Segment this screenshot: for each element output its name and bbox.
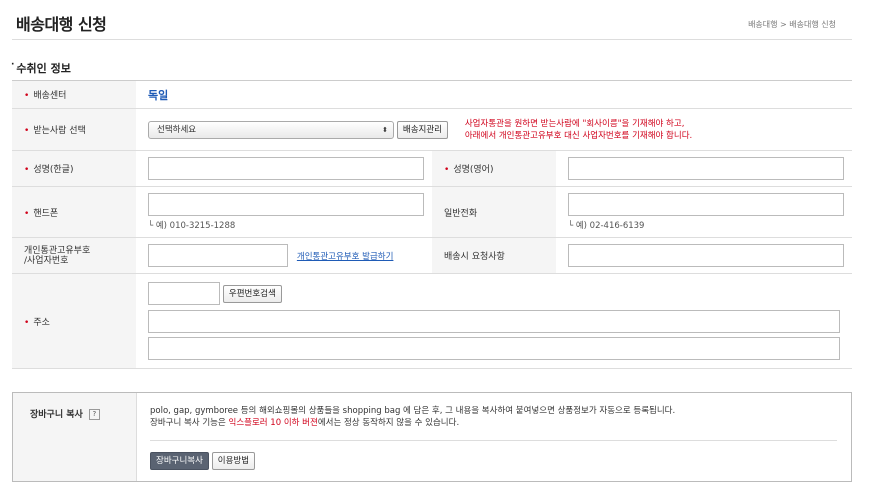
cart-copy-label: 장바구니 복사? xyxy=(30,407,100,420)
label-cell-name-kr: • 성명(한글) xyxy=(12,150,136,187)
mobile-input[interactable] xyxy=(148,193,424,216)
value-cell-name-en xyxy=(556,150,852,187)
cart-copy-label-text: 장바구니 복사 xyxy=(30,410,83,420)
cart-desc-line-2b: 에서는 정상 동작하지 않을 수 있습니다. xyxy=(317,418,460,428)
cart-divider xyxy=(150,440,837,441)
required-mark: • xyxy=(24,208,30,219)
page-title: 배송대행 신청 xyxy=(16,15,107,34)
receiver-select-value: 선택하세요 xyxy=(157,124,197,135)
section-title-recipient: · 수취인 정보 xyxy=(11,60,71,76)
phone-label: 일반전화 xyxy=(444,208,478,219)
value-cell-mobile: └ 예) 010-3215-1288 xyxy=(136,186,432,238)
required-mark: • xyxy=(24,91,30,101)
customs-issue-link[interactable]: 개인통관고유부호 발급하기 xyxy=(297,252,394,262)
help-icon[interactable]: ? xyxy=(88,409,100,420)
breadcrumb: 배송대행 > 배송대행 신청 xyxy=(748,20,836,29)
value-cell-request xyxy=(556,237,852,274)
label-cell-address: • 주소 xyxy=(12,273,136,369)
cart-copy-label-cell: 장바구니 복사? xyxy=(13,393,137,481)
title-divider xyxy=(12,39,852,40)
warning-line-1: 사업자통관을 원하면 받는사람에 "회사이름"을 기재해야 하고, xyxy=(464,118,685,129)
recipient-form-table: • 배송센터 독일 • 받는사람 선택 선택하세요 ⬍ 배송지관리 사업자통관을 원하… xyxy=(12,80,852,369)
label-cell-name-en: • 성명(영어) xyxy=(432,150,556,187)
delivery-request-input[interactable] xyxy=(568,244,844,267)
phone-input[interactable] xyxy=(568,193,844,216)
value-cell-center: 독일 xyxy=(136,80,852,109)
row-center: • 배송센터 독일 xyxy=(12,80,852,109)
row-phones: • 핸드폰 └ 예) 010-3215-1288 일반전화 └ 예) 02-416… xyxy=(12,186,852,238)
mobile-hint: └ 예) 010-3215-1288 xyxy=(148,221,236,231)
cart-copy-button[interactable]: 장바구니복사 xyxy=(150,452,209,470)
value-cell-name-kr xyxy=(136,150,432,187)
name-en-input[interactable] xyxy=(568,157,844,180)
label-cell-mobile: • 핸드폰 xyxy=(12,186,136,238)
address-line-1-input[interactable] xyxy=(148,310,840,333)
center-value: 독일 xyxy=(148,88,169,102)
address-book-manage-button[interactable]: 배송지관리 xyxy=(396,120,448,139)
center-label: 배송센터 xyxy=(33,91,67,101)
label-cell-request: 배송시 요청사항 xyxy=(432,237,556,274)
name-kr-label: 성명(한글) xyxy=(33,165,74,175)
row-receiver: • 받는사람 선택 선택하세요 ⬍ 배송지관리 사업자통관을 원하면 받는사람에 "… xyxy=(12,108,852,151)
bullet-dot: · xyxy=(11,60,15,70)
business-customs-warning: 사업자통관을 원하면 받는사람에 "회사이름"을 기재해야 하고, 아래에서 개… xyxy=(465,118,692,142)
row-customs: 개인통관고유부호 /사업자번호 개인통관고유부호 발급하기 배송시 요청사항 xyxy=(12,237,852,274)
required-mark: • xyxy=(24,317,30,328)
section-title-text: 수취인 정보 xyxy=(16,62,71,75)
required-mark: • xyxy=(24,165,30,175)
customs-label-line-2: /사업자번호 xyxy=(24,255,69,266)
row-names: • 성명(한글) • 성명(영어) xyxy=(12,150,852,187)
value-cell-customs: 개인통관고유부호 발급하기 xyxy=(136,237,432,274)
address-line-2-input[interactable] xyxy=(148,337,840,360)
row-address: • 주소 우편번호검색 xyxy=(12,273,852,369)
zipcode-search-button[interactable]: 우편번호검색 xyxy=(222,284,282,303)
warning-line-2: 아래에서 개인통관고유부호 대신 사업자번호를 기재해야 합니다. xyxy=(464,130,693,141)
label-cell-phone: 일반전화 xyxy=(432,186,556,238)
address-label: 주소 xyxy=(33,317,50,328)
required-mark: • xyxy=(444,165,450,175)
customs-label-line-1: 개인통관고유부호 xyxy=(24,245,91,256)
receiver-label: 받는사람 선택 xyxy=(33,126,86,136)
cart-copy-description: polo, gap, gymboree 등의 해외쇼핑몰의 상품들을 shopp… xyxy=(150,405,675,429)
required-mark: • xyxy=(24,126,30,136)
name-en-label: 성명(영어) xyxy=(453,165,494,175)
value-cell-phone: └ 예) 02-416-6139 xyxy=(556,186,852,238)
label-cell-center: • 배송센터 xyxy=(12,80,136,109)
cart-desc-line-2a: 장바구니 복사 기능은 xyxy=(150,418,229,428)
cart-button-group: 장바구니복사 이용방법 xyxy=(150,452,256,470)
cart-desc-line-2-highlight: 익스플로러 10 이하 버젼 xyxy=(228,418,318,428)
customs-number-input[interactable] xyxy=(148,244,288,267)
receiver-select[interactable]: 선택하세요 ⬍ xyxy=(148,120,394,139)
cart-copy-panel: 장바구니 복사? polo, gap, gymboree 등의 해외쇼핑몰의 상… xyxy=(12,392,852,482)
select-arrows-icon: ⬍ xyxy=(382,125,388,134)
howto-button[interactable]: 이용방법 xyxy=(211,452,256,470)
mobile-label: 핸드폰 xyxy=(33,208,59,219)
request-label: 배송시 요청사항 xyxy=(444,252,505,262)
value-cell-receiver: 선택하세요 ⬍ 배송지관리 사업자통관을 원하면 받는사람에 "회사이름"을 기재… xyxy=(136,108,852,151)
phone-hint: └ 예) 02-416-6139 xyxy=(568,221,645,231)
label-cell-receiver: • 받는사람 선택 xyxy=(12,108,136,151)
value-cell-address: 우편번호검색 xyxy=(136,273,852,369)
zipcode-input[interactable] xyxy=(148,282,220,305)
cart-desc-line-1: polo, gap, gymboree 등의 해외쇼핑몰의 상품들을 shopp… xyxy=(150,406,676,416)
name-kr-input[interactable] xyxy=(148,157,424,180)
label-cell-customs: 개인통관고유부호 /사업자번호 xyxy=(12,237,136,274)
